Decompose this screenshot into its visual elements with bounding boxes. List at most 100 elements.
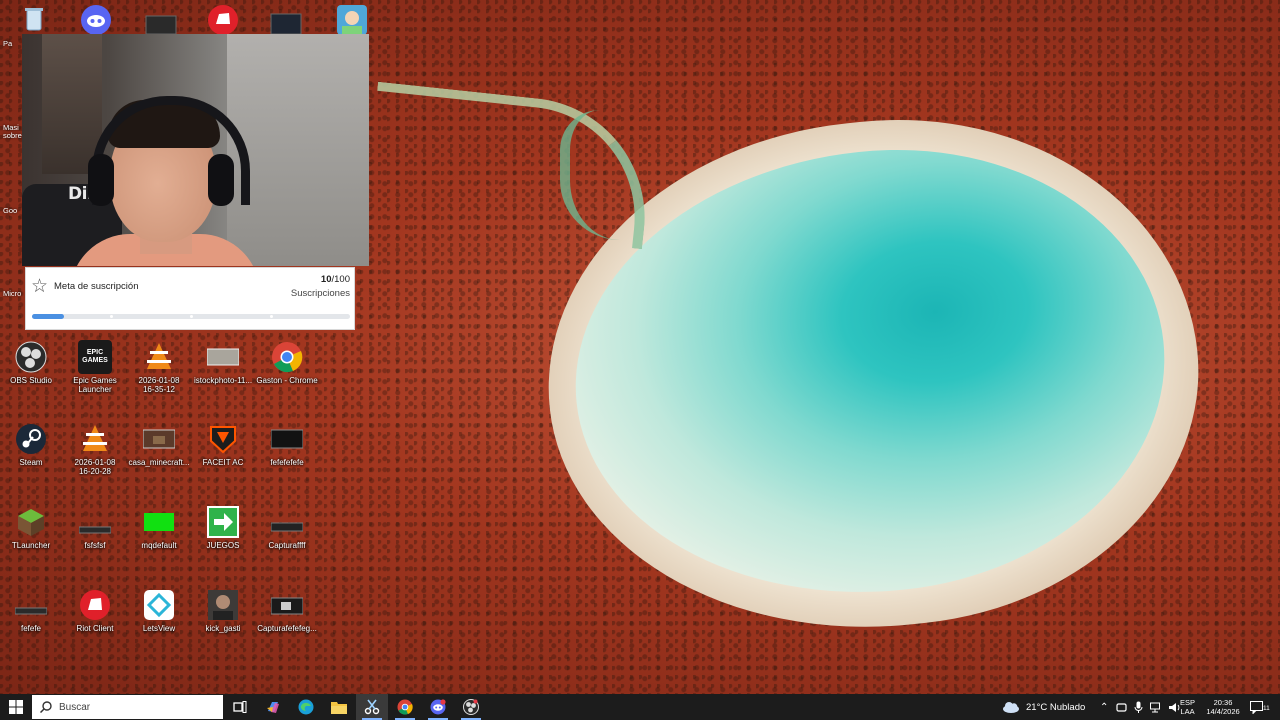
- clock[interactable]: 20:36 14/4/2026: [1203, 694, 1243, 720]
- image-thumbnail-icon: [14, 588, 48, 622]
- image-thumbnail-icon: [142, 422, 176, 456]
- snipping-tool-icon: [364, 699, 380, 715]
- notification-center-button[interactable]: 11: [1250, 694, 1270, 720]
- webcam-wall: [227, 34, 369, 266]
- desktop-icon-label: Steam: [19, 458, 43, 467]
- notification-icon: [1250, 700, 1263, 714]
- obs-icon: [463, 699, 479, 715]
- image-thumbnail-icon: [270, 505, 304, 539]
- keyboard-layout-label: LAA: [1180, 707, 1195, 716]
- headset-cup-right: [208, 154, 234, 206]
- recycle-bin-icon[interactable]: [18, 4, 50, 36]
- desktop-icon-kick-gasti[interactable]: kick_gasti: [192, 588, 254, 633]
- image-thumbnail-icon[interactable]: [145, 4, 177, 36]
- image-thumbnail-icon: [270, 588, 304, 622]
- headset-cup-left: [88, 154, 114, 206]
- steam-icon: [14, 422, 48, 456]
- desktop-icon-steam[interactable]: Steam: [0, 422, 62, 467]
- taskbar-search-box[interactable]: Buscar: [32, 695, 223, 719]
- desktop-icon-mqdefault[interactable]: mqdefault: [128, 505, 190, 550]
- desktop-icon-epic-games[interactable]: EPIC GAMES Epic Games Launcher: [64, 340, 126, 394]
- vlc-icon: [142, 340, 176, 374]
- taskbar: Buscar 21°C Nublado ⌃ ESP LAA 20:36 14/4…: [0, 694, 1280, 720]
- tray-overflow-button[interactable]: ⌃: [1100, 694, 1108, 720]
- microphone-icon[interactable]: [1134, 701, 1143, 713]
- windows-icon: [9, 700, 23, 714]
- chrome-icon: [270, 340, 304, 374]
- desktop-icon-istockphoto[interactable]: istockphoto-11...: [192, 340, 254, 385]
- subscription-goal-widget: ☆ Meta de suscripción 10/100 Suscripcion…: [25, 267, 355, 330]
- desktop-icon-video[interactable]: 2026-01-08 16-35-12: [128, 340, 190, 394]
- desktop-icon-fefefefefe[interactable]: fefefefefe: [256, 422, 318, 467]
- copilot-button[interactable]: [257, 694, 289, 720]
- desktop-icon-label: OBS Studio: [10, 376, 52, 385]
- desktop-icon-obs-studio[interactable]: OBS Studio: [0, 340, 62, 385]
- weather-widget[interactable]: 21°C Nublado: [1002, 694, 1085, 720]
- cut-icon-label: Pa: [3, 39, 13, 48]
- desktop-icon-label: fsfsfsf: [84, 541, 106, 550]
- avatar-icon[interactable]: [336, 4, 368, 36]
- folder-icon: [331, 702, 347, 714]
- vlc-icon: [78, 422, 112, 456]
- desktop-icon-label: 2026-01-08 16-35-12: [138, 376, 180, 394]
- task-view-button[interactable]: [224, 694, 256, 720]
- subscription-count: 10/100: [321, 274, 350, 285]
- subscription-progress-fill: [32, 314, 64, 319]
- start-button[interactable]: [0, 694, 32, 720]
- desktop-icon-fefefe[interactable]: fefefe: [0, 588, 62, 633]
- snipping-tool-button[interactable]: [356, 694, 388, 720]
- discord-icon[interactable]: [80, 4, 112, 36]
- desktop-icon-label: Gaston - Chrome: [256, 376, 318, 385]
- desktop-icon-label: 2026-01-08 16-20-28: [74, 458, 116, 476]
- webcam-overlay: Dina: [22, 34, 369, 266]
- search-icon: [40, 701, 52, 713]
- desktop-icon-label: fefefefefe: [270, 458, 304, 467]
- epic-games-icon: EPIC GAMES: [78, 340, 112, 374]
- desktop-icon-label: kick_gasti: [205, 624, 241, 633]
- star-icon: ☆: [31, 276, 49, 297]
- system-tray: [1116, 694, 1182, 720]
- weather-text: 21°C Nublado: [1026, 701, 1086, 713]
- desktop-icon-faceit[interactable]: FACEIT AC: [192, 422, 254, 467]
- desktop-icon-label: istockphoto-11...: [193, 376, 253, 385]
- copilot-icon: [267, 702, 279, 713]
- desktop-icon-label: Epic Games Launcher: [73, 376, 117, 394]
- chrome-icon: [397, 699, 413, 715]
- desktop-icon-letsview[interactable]: LetsView: [128, 588, 190, 633]
- desktop-icon-label: Capturaffff: [268, 541, 306, 550]
- desktop-icon-riot-client[interactable]: Riot Client: [64, 588, 126, 633]
- edge-button[interactable]: [290, 694, 322, 720]
- language-label: ESP: [1180, 698, 1196, 707]
- discord-button[interactable]: [422, 694, 454, 720]
- discord-icon: [430, 699, 446, 715]
- edge-icon: [298, 699, 314, 715]
- task-view-icon: [233, 701, 247, 713]
- image-thumbnail-icon[interactable]: [270, 4, 302, 36]
- desktop-icon-capturaffff[interactable]: Capturaffff: [256, 505, 318, 550]
- desktop-icon-label: fefefe: [20, 624, 41, 633]
- desktop-icon-capturafefefeg[interactable]: Capturafefefeg...: [256, 588, 318, 633]
- subscription-progress-bar: [32, 314, 350, 319]
- image-thumbnail-icon: [78, 505, 112, 539]
- clock-time: 20:36: [1213, 698, 1233, 707]
- meet-now-icon[interactable]: [1116, 702, 1127, 713]
- cut-icon-label: Masi sobre: [3, 123, 22, 140]
- desktop-icon-casa-minecraft[interactable]: casa_minecraft...: [128, 422, 190, 467]
- file-explorer-button[interactable]: [323, 694, 355, 720]
- riot-client-icon[interactable]: [207, 4, 239, 36]
- desktop-icon-tlauncher[interactable]: TLauncher: [0, 505, 62, 550]
- obs-button[interactable]: [455, 694, 487, 720]
- obs-icon: [14, 340, 48, 374]
- chrome-button[interactable]: [389, 694, 421, 720]
- desktop-icon-video[interactable]: 2026-01-08 16-20-28: [64, 422, 126, 476]
- desktop-icon-gaston-chrome[interactable]: Gaston - Chrome: [256, 340, 318, 385]
- network-icon[interactable]: [1150, 702, 1162, 713]
- photo-icon: [206, 588, 240, 622]
- progress-tick: [190, 315, 193, 318]
- image-thumbnail-icon: [270, 422, 304, 456]
- desktop-icon-juegos[interactable]: JUEGOS: [192, 505, 254, 550]
- progress-tick: [270, 315, 273, 318]
- subscription-total: /100: [331, 274, 351, 285]
- desktop-icon-fsfsfsf[interactable]: fsfsfsf: [64, 505, 126, 550]
- input-language-button[interactable]: ESP LAA: [1180, 694, 1195, 720]
